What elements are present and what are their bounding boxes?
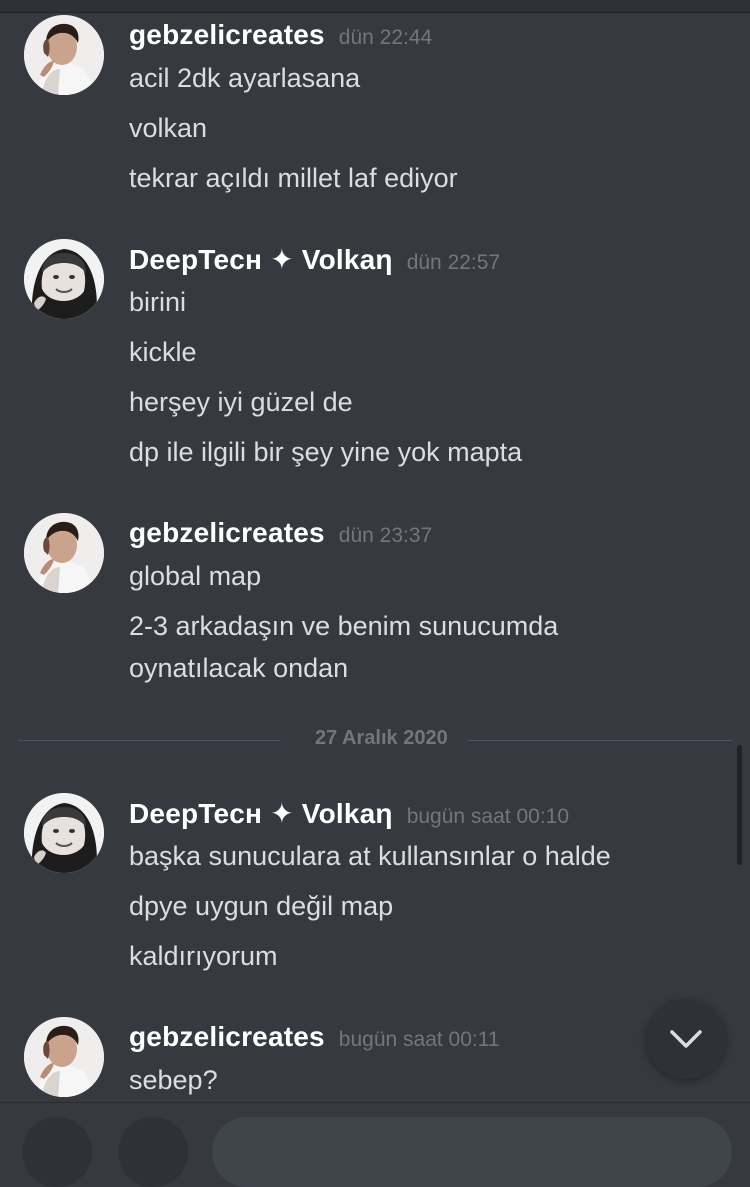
message-header: gebzelicreates dün 23:37	[129, 517, 432, 557]
scrollbar[interactable]	[737, 745, 742, 865]
message-text: oynatılacak ondan	[129, 653, 349, 683]
top-bar	[0, 0, 750, 13]
timestamp: bugün saat 00:11	[338, 1028, 500, 1051]
avatar[interactable]	[24, 1017, 104, 1097]
message-text: global map	[129, 561, 262, 591]
divider-line-left	[18, 740, 280, 741]
message-text: kaldırıyorum	[129, 941, 278, 971]
avatar-photo	[24, 793, 104, 873]
timestamp: dün 22:44	[338, 26, 433, 49]
username[interactable]: gebzelicreates	[129, 517, 325, 548]
timestamp: dün 22:57	[406, 251, 501, 274]
message-text: başka sunuculara at kullansınlar o halde	[129, 841, 611, 871]
timestamp: bugün saat 00:10	[406, 805, 570, 828]
username[interactable]: gebzelicreates	[129, 1021, 325, 1052]
timestamp: dün 23:37	[338, 524, 433, 547]
message-header: gebzelicreates dün 22:44	[129, 19, 432, 59]
avatar-photo	[24, 15, 104, 95]
message-text: tekrar açıldı millet laf ediyor	[129, 163, 458, 193]
message-text: dpye uygun değil map	[129, 891, 394, 921]
message-text: herşey iyi güzel de	[129, 387, 353, 417]
bottom-toolbar	[0, 1102, 750, 1187]
jump-to-bottom-button[interactable]	[646, 999, 726, 1079]
avatar-photo	[24, 239, 104, 319]
message-header: DeepTecн ✦ Volkaη bugün saat 00:10	[129, 797, 569, 837]
username[interactable]: DeepTecн ✦ Volkaη	[129, 244, 393, 275]
message-header: gebzelicreates bugün saat 00:11	[129, 1021, 500, 1061]
chevron-down-icon	[670, 1030, 702, 1048]
message-text: sebep?	[129, 1065, 218, 1095]
divider-line-right	[468, 740, 732, 741]
message-text: dp ile ilgili bir şey yine yok mapta	[129, 437, 523, 467]
avatar[interactable]	[24, 793, 104, 873]
avatar-photo	[24, 513, 104, 593]
message-header: DeepTecн ✦ Volkaη dün 22:57	[129, 243, 500, 283]
message-text: acil 2dk ayarlasana	[129, 63, 361, 93]
message-text: volkan	[129, 113, 208, 143]
username[interactable]: gebzelicreates	[129, 19, 325, 50]
message-text: 2-3 arkadaşın ve benim sunucumda	[129, 611, 559, 641]
message-text: birini	[129, 287, 187, 317]
avatar[interactable]	[24, 239, 104, 319]
avatar[interactable]	[24, 15, 104, 95]
avatar[interactable]	[24, 513, 104, 593]
message-text: kickle	[129, 337, 197, 367]
username[interactable]: DeepTecн ✦ Volkaη	[129, 798, 393, 829]
avatar-photo	[24, 1017, 104, 1097]
date-divider-label: 27 Aralık 2020	[315, 727, 448, 749]
